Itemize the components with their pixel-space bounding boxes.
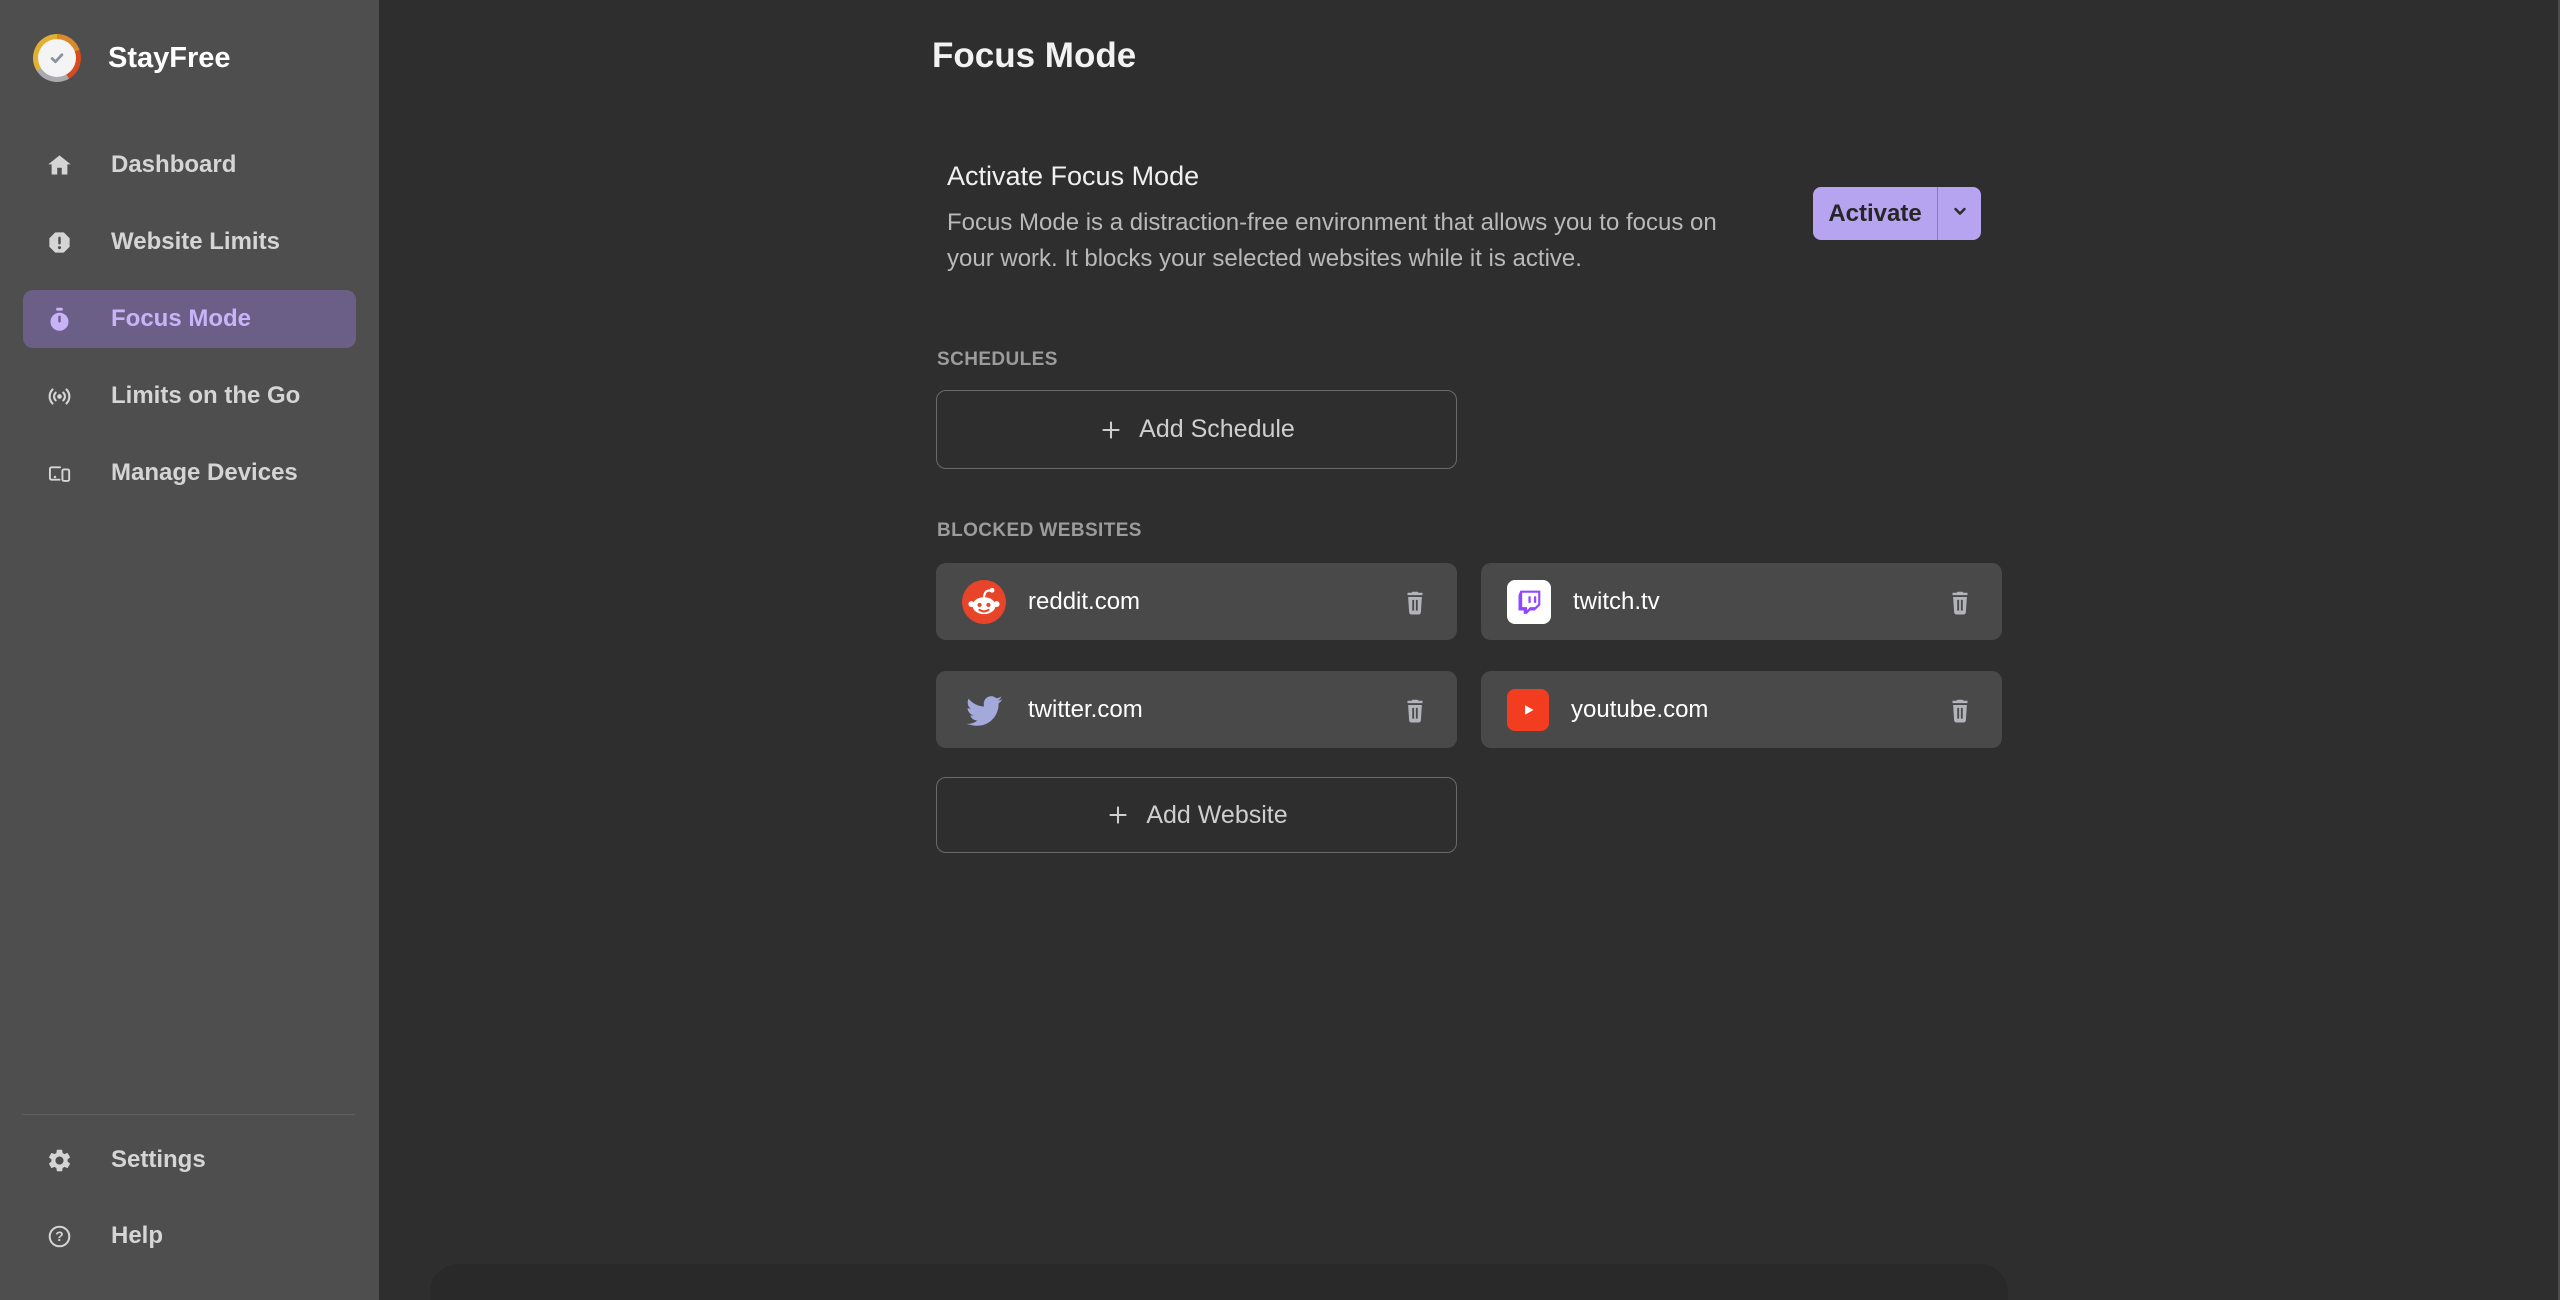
- youtube-icon: [1507, 688, 1549, 731]
- activate-section-heading: Activate Focus Mode: [947, 161, 1200, 191]
- broadcast-icon: [46, 383, 73, 410]
- delete-site-button[interactable]: [1400, 695, 1430, 725]
- help-circle-icon: ?: [46, 1223, 73, 1250]
- blocked-site-row: twitter.com: [936, 671, 1457, 748]
- svg-text:?: ?: [55, 1229, 63, 1244]
- sidebar-item-label: Focus Mode: [111, 305, 252, 332]
- app-title: StayFree: [108, 41, 231, 74]
- logo-check-icon: [38, 39, 76, 77]
- blocked-site-name: youtube.com: [1571, 695, 1709, 723]
- add-schedule-label: Add Schedule: [1139, 415, 1295, 443]
- sidebar-item-help[interactable]: ? Help: [23, 1207, 356, 1265]
- alert-octagon-icon: [46, 229, 73, 256]
- activate-split-button: Activate: [1813, 187, 1981, 240]
- sidebar-item-label: Website Limits: [111, 228, 280, 255]
- description-line: Focus Mode is a distraction-free environ…: [947, 209, 1717, 236]
- activate-button[interactable]: Activate: [1813, 187, 1937, 240]
- sidebar-item-limits-on-the-go[interactable]: Limits on the Go: [23, 367, 356, 425]
- sidebar-item-dashboard[interactable]: Dashboard: [23, 136, 356, 194]
- blocked-site-name: reddit.com: [1028, 587, 1141, 615]
- stopwatch-icon: [46, 306, 73, 333]
- sidebar-item-label: Help: [111, 1222, 164, 1249]
- devices-icon: [46, 460, 73, 487]
- sidebar-nav: Dashboard Website Limits Focus Mode Limi…: [0, 136, 379, 521]
- description-line: your work. It blocks your selected websi…: [947, 245, 1582, 272]
- blocked-site-row: reddit.com: [936, 563, 1457, 640]
- delete-site-button[interactable]: [1400, 587, 1430, 617]
- gear-icon: [46, 1147, 73, 1174]
- plus-icon: [1105, 802, 1131, 828]
- blocked-site-row: twitch.tv: [1481, 563, 2002, 640]
- sidebar-divider: [22, 1114, 355, 1115]
- stayfree-logo-icon: [33, 34, 81, 82]
- sidebar-item-label: Dashboard: [111, 151, 237, 178]
- sidebar-item-label: Manage Devices: [111, 459, 298, 486]
- blocked-site-name: twitch.tv: [1573, 587, 1660, 615]
- activate-dropdown-button[interactable]: [1938, 187, 1981, 240]
- home-icon: [46, 152, 73, 179]
- bottom-sheet-edge: [430, 1264, 2008, 1300]
- sidebar: StayFree Dashboard Website Limits Focus …: [0, 0, 379, 1300]
- activate-section-description: Focus Mode is a distraction-free environ…: [947, 205, 1717, 277]
- sidebar-item-website-limits[interactable]: Website Limits: [23, 213, 356, 271]
- sidebar-item-manage-devices[interactable]: Manage Devices: [23, 444, 356, 502]
- sidebar-item-focus-mode[interactable]: Focus Mode: [23, 290, 356, 348]
- page-title: Focus Mode: [932, 36, 1137, 75]
- stayfree-app: StayFree Dashboard Website Limits Focus …: [0, 0, 2560, 1300]
- twitter-icon: [962, 688, 1006, 732]
- sidebar-item-settings[interactable]: Settings: [23, 1131, 356, 1189]
- delete-site-button[interactable]: [1945, 587, 1975, 617]
- blocked-websites-label: BLOCKED WEBSITES: [937, 520, 1142, 541]
- reddit-icon: [962, 579, 1006, 624]
- delete-site-button[interactable]: [1945, 695, 1975, 725]
- blocked-site-row: youtube.com: [1481, 671, 2002, 748]
- sidebar-item-label: Limits on the Go: [111, 382, 301, 409]
- schedules-label: SCHEDULES: [937, 349, 1058, 370]
- sidebar-item-label: Settings: [111, 1146, 206, 1173]
- app-logo-row: StayFree: [33, 34, 231, 82]
- blocked-site-name: twitter.com: [1028, 695, 1143, 723]
- plus-icon: [1098, 417, 1124, 443]
- add-website-label: Add Website: [1146, 800, 1288, 829]
- chevron-down-icon: [1948, 199, 1972, 228]
- add-schedule-button[interactable]: Add Schedule: [936, 390, 1457, 469]
- twitch-icon: [1507, 579, 1551, 624]
- add-website-button[interactable]: Add Website: [936, 777, 1457, 853]
